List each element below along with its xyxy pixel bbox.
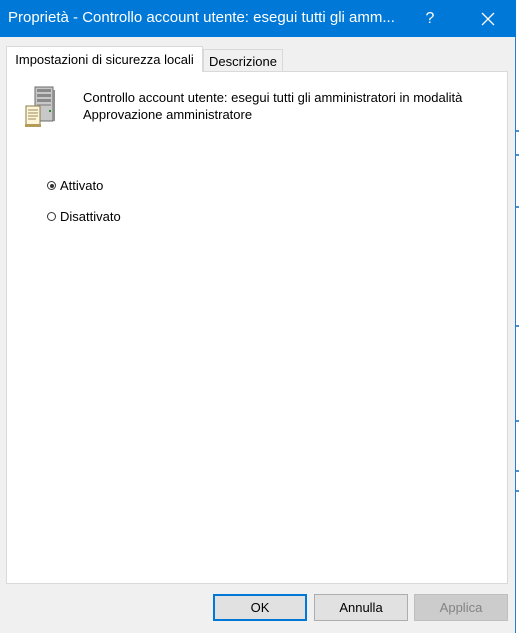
close-button[interactable] bbox=[466, 0, 510, 37]
close-icon bbox=[481, 12, 495, 25]
settings-panel: Controllo account utente: esegui tutti g… bbox=[6, 71, 508, 584]
help-button[interactable]: ? bbox=[412, 0, 448, 37]
properties-dialog: Proprietà - Controllo account utente: es… bbox=[0, 0, 516, 633]
policy-description: Controllo account utente: esegui tutti g… bbox=[83, 89, 493, 123]
ok-button[interactable]: OK bbox=[213, 594, 307, 621]
apply-button[interactable]: Applica bbox=[414, 594, 508, 621]
radio-enabled-label: Attivato bbox=[60, 178, 104, 193]
window-title: Proprietà - Controllo account utente: es… bbox=[8, 9, 395, 26]
policy-description-line1: Controllo account utente: esegui tutti g… bbox=[83, 90, 463, 105]
radio-enabled-indicator[interactable] bbox=[47, 181, 56, 190]
radio-disabled-label: Disattivato bbox=[60, 209, 121, 224]
radio-disabled-indicator[interactable] bbox=[47, 212, 56, 221]
tab-local-security-settings[interactable]: Impostazioni di sicurezza locali bbox=[6, 46, 203, 72]
title-bar[interactable]: Proprietà - Controllo account utente: es… bbox=[0, 0, 516, 37]
cancel-button[interactable]: Annulla bbox=[314, 594, 408, 621]
radio-enabled[interactable]: Attivato bbox=[47, 178, 103, 193]
server-policy-icon bbox=[25, 86, 55, 127]
radio-disabled[interactable]: Disattivato bbox=[47, 209, 121, 224]
policy-description-line2: Approvazione amministratore bbox=[83, 107, 253, 122]
tab-description[interactable]: Descrizione bbox=[203, 49, 283, 72]
